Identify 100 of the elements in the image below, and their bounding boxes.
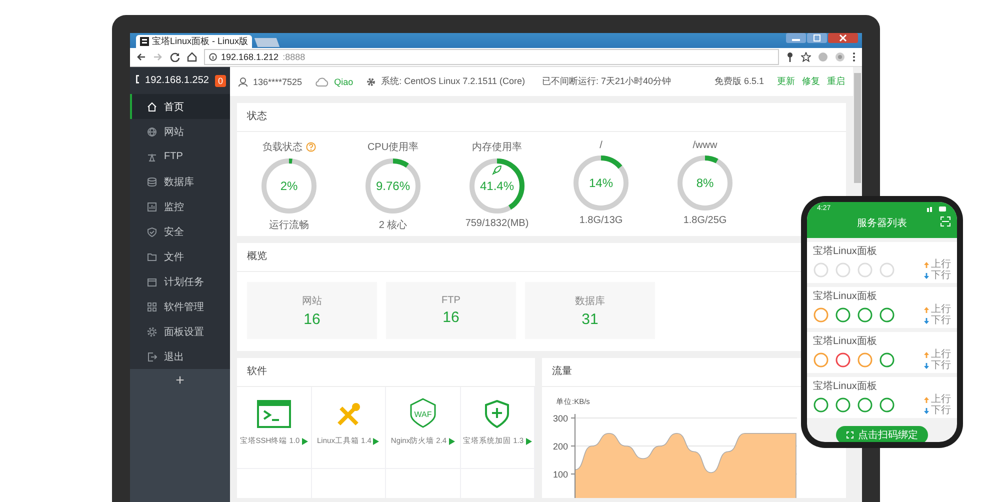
close-icon[interactable] bbox=[828, 33, 858, 43]
server-card[interactable]: 宝塔Linux面板 上行 下行 bbox=[807, 377, 957, 418]
up-arrow-icon bbox=[924, 306, 929, 312]
mini-gauge bbox=[879, 262, 895, 278]
reload-icon[interactable] bbox=[170, 52, 180, 62]
info-icon bbox=[209, 53, 217, 61]
action-link[interactable]: 更新 bbox=[777, 75, 795, 88]
mini-gauge bbox=[835, 397, 851, 413]
settings-icon bbox=[147, 326, 157, 336]
gauge-value: 14% bbox=[588, 176, 614, 190]
grid-icon bbox=[147, 302, 157, 312]
notification-badge[interactable]: 0 bbox=[214, 74, 226, 86]
gauge-caption: 759/1832(MB) bbox=[465, 218, 529, 229]
upload-label: 上行 bbox=[931, 394, 951, 405]
mini-gauge bbox=[857, 397, 873, 413]
gauge-caption: 运行流畅 bbox=[269, 218, 309, 232]
download-label: 下行 bbox=[931, 405, 951, 416]
stat-label: 数据库 bbox=[575, 294, 605, 308]
server-card[interactable]: 宝塔Linux面板 上行 下行 bbox=[807, 242, 957, 283]
gauge-label: /www bbox=[692, 140, 718, 151]
usage-gauge bbox=[364, 157, 422, 215]
gauge-caption: 1.8G/13G bbox=[579, 215, 623, 226]
sidebar-item[interactable]: 软件管理 bbox=[130, 294, 230, 319]
new-tab-button[interactable] bbox=[254, 38, 280, 47]
usage-gauge bbox=[676, 154, 734, 212]
gauge-value: 41.4% bbox=[480, 179, 514, 193]
card-title: 软件 bbox=[237, 358, 535, 387]
upload-label: 上行 bbox=[931, 304, 951, 315]
stat-value: 31 bbox=[582, 310, 598, 328]
download-label: 下行 bbox=[931, 270, 951, 281]
gauge-value: 2% bbox=[280, 179, 298, 193]
gauge-value: 8% bbox=[696, 176, 714, 190]
forward-arrow-icon[interactable] bbox=[153, 52, 163, 62]
home-icon[interactable] bbox=[187, 52, 197, 62]
sidebar-item[interactable]: 安全 bbox=[130, 219, 230, 244]
browser-tab[interactable]: 宝塔Linux面板 - Linux版 bbox=[136, 35, 252, 48]
down-arrow-icon bbox=[924, 272, 929, 278]
scan-bind-button[interactable]: 点击扫码绑定 bbox=[836, 426, 928, 442]
server-card[interactable]: 宝塔Linux面板 上行 下行 bbox=[807, 287, 957, 328]
help-icon[interactable] bbox=[306, 142, 316, 152]
gauge-caption: 2 核心 bbox=[378, 218, 408, 232]
y-tick-label: 200 bbox=[552, 442, 568, 452]
action-link[interactable]: 重启 bbox=[827, 75, 845, 88]
sidebar-item[interactable]: 首页 bbox=[130, 94, 230, 119]
sidebar-item[interactable]: FTP bbox=[130, 144, 230, 169]
sidebar-item[interactable]: 计划任务 bbox=[130, 269, 230, 294]
minimize-icon[interactable] bbox=[786, 33, 806, 43]
sidebar-item[interactable]: 监控 bbox=[130, 194, 230, 219]
sidebar-item[interactable]: 退出 bbox=[130, 344, 230, 369]
user-icon bbox=[238, 76, 248, 86]
y-tick-label: 300 bbox=[552, 414, 568, 424]
sidebar-item[interactable]: 文件 bbox=[130, 244, 230, 269]
up-arrow-icon bbox=[924, 396, 929, 402]
play-icon[interactable] bbox=[526, 438, 532, 444]
shield-plus-icon[interactable] bbox=[484, 400, 510, 428]
play-icon[interactable] bbox=[373, 438, 380, 444]
up-arrow-icon bbox=[924, 262, 929, 268]
shield-icon[interactable]: WAF bbox=[408, 398, 437, 428]
mini-gauge bbox=[879, 352, 895, 368]
download-label: 下行 bbox=[931, 315, 951, 326]
server-card[interactable]: 宝塔Linux面板 上行 下行 bbox=[807, 332, 957, 373]
tools-icon[interactable] bbox=[335, 402, 362, 428]
stat-label: FTP bbox=[442, 295, 460, 306]
mini-gauge bbox=[879, 397, 895, 413]
sidebar-item[interactable]: 面板设置 bbox=[130, 319, 230, 344]
mini-gauge bbox=[879, 307, 895, 323]
version-text: 免费版 6.5.1 bbox=[714, 75, 764, 88]
mini-gauge bbox=[813, 307, 829, 323]
user-account[interactable]: 136****7525 bbox=[253, 76, 302, 86]
star-icon[interactable] bbox=[801, 52, 811, 62]
scrollbar-thumb[interactable] bbox=[854, 73, 861, 183]
stat-tile[interactable]: FTP 16 bbox=[386, 282, 516, 339]
gauge-label: 负载状态 bbox=[262, 140, 302, 154]
cloud-account-link[interactable]: Qiao bbox=[334, 76, 354, 86]
usage-gauge bbox=[468, 157, 526, 215]
play-icon[interactable] bbox=[448, 438, 455, 444]
address-bar[interactable]: 192.168.1.212 :8888 bbox=[204, 49, 779, 65]
stat-tile[interactable]: 网站 16 bbox=[247, 282, 377, 339]
maximize-icon[interactable] bbox=[807, 33, 827, 43]
back-arrow-icon[interactable] bbox=[136, 52, 146, 62]
scan-icon[interactable] bbox=[940, 216, 951, 227]
home-icon bbox=[147, 102, 157, 112]
key-icon[interactable] bbox=[786, 52, 794, 62]
database-icon bbox=[147, 176, 157, 186]
server-name: 宝塔Linux面板 bbox=[813, 334, 878, 348]
menu-icon[interactable] bbox=[852, 52, 856, 62]
mini-gauge bbox=[813, 262, 829, 278]
add-button[interactable]: + bbox=[176, 372, 184, 389]
sidebar-item[interactable]: 网站 bbox=[130, 119, 230, 144]
action-link[interactable]: 修复 bbox=[802, 75, 820, 88]
phone-title: 服务器列表 bbox=[857, 218, 907, 229]
gauge-label: CPU使用率 bbox=[367, 140, 419, 154]
sidebar-item[interactable]: 数据库 bbox=[130, 169, 230, 194]
terminal-icon[interactable] bbox=[256, 400, 291, 428]
y-tick-label: 100 bbox=[552, 470, 568, 480]
play-icon[interactable] bbox=[302, 438, 308, 444]
download-label: 下行 bbox=[931, 360, 951, 371]
stat-tile[interactable]: 数据库 31 bbox=[525, 282, 655, 339]
gauge-label: / bbox=[600, 140, 602, 151]
down-arrow-icon bbox=[924, 362, 929, 368]
